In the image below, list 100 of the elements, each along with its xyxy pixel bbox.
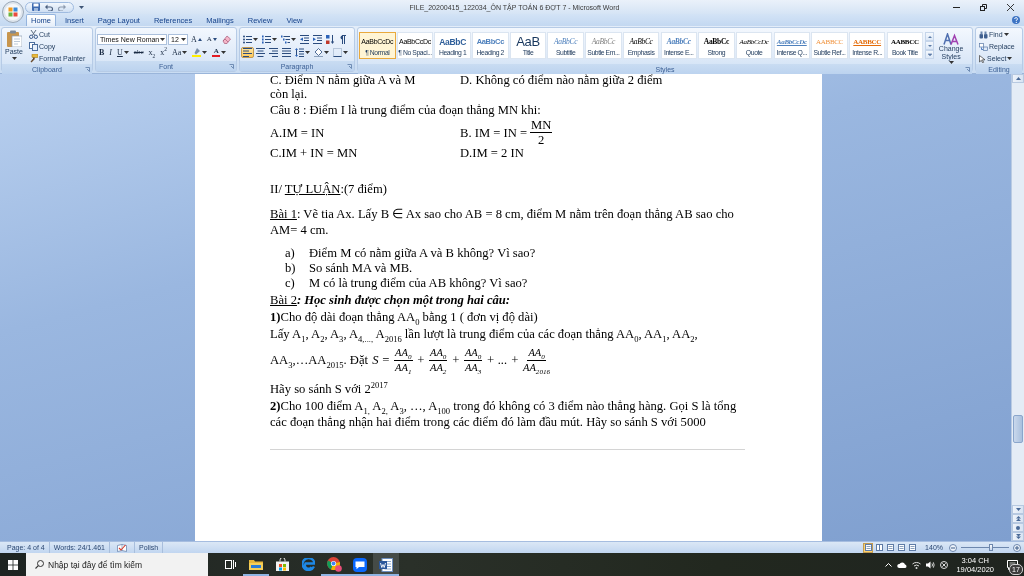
paint-bucket-icon bbox=[314, 48, 323, 57]
scrollbar-thumb[interactable] bbox=[1013, 415, 1023, 443]
line-spacing-icon bbox=[295, 48, 304, 57]
task-view-icon bbox=[224, 560, 236, 569]
superscript-button[interactable]: x$^{2}$ bbox=[158, 47, 169, 58]
binoculars-icon bbox=[979, 30, 988, 39]
bold-button[interactable]: B bbox=[97, 47, 107, 58]
cloud-icon bbox=[897, 561, 908, 568]
view-button[interactable] bbox=[874, 542, 885, 553]
align-right-button[interactable] bbox=[267, 47, 280, 58]
shopping-bag-icon bbox=[275, 558, 289, 571]
save-button[interactable] bbox=[30, 2, 42, 12]
paragraph-text: còn lại. bbox=[270, 87, 309, 101]
caret-icon bbox=[78, 5, 84, 9]
increase-indent-icon bbox=[313, 35, 322, 44]
speaker-icon bbox=[926, 560, 936, 569]
undo-button[interactable] bbox=[43, 2, 55, 12]
redo-icon bbox=[58, 3, 66, 11]
show-marks-button[interactable] bbox=[337, 34, 348, 45]
underline-button[interactable]: U bbox=[115, 47, 131, 58]
windows-logo-icon bbox=[8, 559, 18, 570]
shading-button[interactable] bbox=[312, 47, 331, 58]
view-button[interactable] bbox=[907, 542, 918, 553]
decrease-indent-button[interactable] bbox=[298, 34, 311, 45]
caret-icon bbox=[221, 51, 227, 54]
launcher-icon bbox=[347, 63, 352, 69]
search-field[interactable]: Nhập tại đây để tìm kiếm bbox=[26, 553, 208, 576]
zoom-out-button[interactable] bbox=[949, 543, 957, 552]
align-left-icon bbox=[243, 48, 252, 57]
list-item: b) So sánh MA và MB. bbox=[284, 261, 414, 276]
browse-object-button[interactable] bbox=[1012, 523, 1024, 532]
view-button[interactable] bbox=[863, 542, 874, 553]
justify-button[interactable] bbox=[280, 47, 293, 58]
up-arrow-icon bbox=[927, 35, 932, 38]
justify-icon bbox=[282, 48, 291, 57]
plus-icon bbox=[1013, 543, 1021, 552]
multilevel-list-icon bbox=[281, 35, 290, 44]
view-button[interactable] bbox=[885, 542, 896, 553]
restore-icon bbox=[980, 3, 987, 11]
caret-icon bbox=[305, 51, 310, 54]
scroll-down-button[interactable] bbox=[1012, 505, 1024, 514]
redo-button[interactable] bbox=[56, 2, 68, 12]
caret-icon bbox=[343, 51, 348, 54]
help-icon bbox=[1012, 16, 1020, 24]
paragraph-text: 1)Cho độ dài đoạn thẳng AA$_{0}$ bằng 1 ( đơn vị độ dài) bbox=[270, 309, 539, 325]
zoom-slider-thumb[interactable] bbox=[988, 544, 993, 551]
grow-font-button[interactable]: A bbox=[189, 34, 204, 45]
bullets-button[interactable] bbox=[241, 34, 260, 45]
sort-button[interactable] bbox=[324, 34, 337, 45]
previous-page-button[interactable] bbox=[1012, 514, 1024, 523]
subscript-button[interactable]: x$_{2}$ bbox=[146, 47, 158, 58]
increase-indent-button[interactable] bbox=[311, 34, 324, 45]
more-arrow-icon bbox=[927, 53, 932, 56]
numbered-list-icon bbox=[262, 35, 271, 44]
change-case-button[interactable]: Aa bbox=[169, 47, 190, 58]
section-heading: II/ TỰ LUẬN:(7 điểm) bbox=[270, 182, 388, 196]
copy-icon bbox=[29, 42, 38, 51]
answer-option: C.IM + IN = MN bbox=[270, 147, 460, 160]
network-icon bbox=[912, 560, 922, 569]
help-button[interactable] bbox=[1012, 16, 1020, 24]
paragraph-text: Hãy so sánh S với 2$^{2017}$ bbox=[270, 381, 389, 397]
align-left-button[interactable] bbox=[241, 47, 254, 58]
up-arrow-icon bbox=[197, 38, 202, 41]
view-button[interactable] bbox=[896, 542, 907, 553]
numbering-button[interactable] bbox=[260, 34, 279, 45]
document-icon bbox=[379, 557, 393, 572]
browser-icon bbox=[326, 557, 342, 572]
paragraph-text: 2)Cho 100 điểm A$_{1,}$ A$_{2,}$ A$_{3}$, …, A$_{100}$ trong đó không có 3 điểm nào thẳng hàng. Gọi S là tổng các đoạn thẳng nhận hai điểm trong các điểm đó làm đầu mút. Hãy so sánh S với 5000 bbox=[270, 398, 738, 430]
chevron-up-icon bbox=[885, 562, 893, 567]
browser-icon bbox=[301, 558, 315, 571]
caret-icon bbox=[11, 57, 17, 60]
caret-icon bbox=[1007, 57, 1013, 60]
center-button[interactable] bbox=[254, 47, 267, 58]
book-check-icon bbox=[117, 543, 127, 552]
highlight-button[interactable] bbox=[190, 47, 210, 58]
caret-icon bbox=[123, 51, 129, 54]
paragraph-text: Câu 8 : Điểm I là trung điểm của đoạn thẳng MN khi: bbox=[270, 102, 542, 118]
launcher-icon bbox=[965, 66, 970, 72]
answer-option: D.IM = 2 IN bbox=[460, 147, 745, 160]
message-icon bbox=[1006, 559, 1018, 570]
taskbar-app-button[interactable] bbox=[373, 553, 399, 576]
caret-icon bbox=[160, 38, 165, 41]
down-arrow-icon bbox=[927, 44, 932, 47]
zoom-in-button[interactable] bbox=[1013, 543, 1021, 552]
close-icon bbox=[1007, 3, 1014, 11]
down-arrow-icon bbox=[1015, 508, 1021, 511]
italic-button[interactable]: I bbox=[107, 47, 114, 58]
multilevel-list-button[interactable] bbox=[279, 34, 298, 45]
align-center-icon bbox=[256, 48, 265, 57]
outline-icon bbox=[897, 544, 905, 551]
web-layout-icon bbox=[886, 544, 894, 551]
print-layout-icon bbox=[864, 544, 872, 551]
caret-icon bbox=[181, 38, 186, 41]
reading-layout-icon bbox=[875, 544, 883, 551]
caret-icon bbox=[202, 51, 208, 54]
line-spacing-button[interactable] bbox=[293, 47, 312, 58]
gallery-more-button[interactable] bbox=[925, 50, 935, 59]
borders-button[interactable] bbox=[331, 47, 350, 58]
scroll-up-button[interactable] bbox=[1012, 74, 1024, 83]
caret-icon bbox=[1003, 33, 1009, 36]
